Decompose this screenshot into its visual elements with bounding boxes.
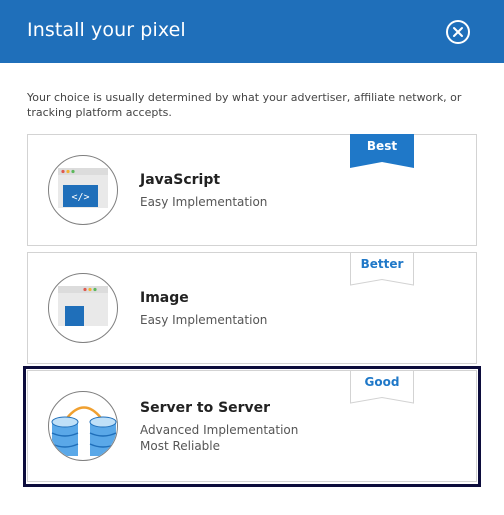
server-to-server-icon xyxy=(48,391,118,461)
badge-good: Good xyxy=(350,370,414,404)
badge-label: Best xyxy=(366,139,398,153)
badge-label: Good xyxy=(364,375,400,389)
badge-best: Best xyxy=(350,134,414,168)
close-button[interactable] xyxy=(446,20,470,44)
option-image[interactable]: Image Easy Implementation Better xyxy=(27,252,477,364)
intro-text: Your choice is usually determined by wha… xyxy=(27,91,462,119)
image-pixel-icon xyxy=(48,273,118,343)
svg-text:</>: </> xyxy=(71,192,89,203)
dialog-header: Install your pixel xyxy=(0,0,504,63)
option-server-to-server[interactable]: Server to Server Advanced Implementation… xyxy=(27,370,477,482)
option-title: Image xyxy=(140,290,189,306)
option-title: Server to Server xyxy=(140,400,271,416)
option-javascript[interactable]: </> JavaScript Easy Implementation Best xyxy=(27,134,477,246)
javascript-code-icon: </> xyxy=(48,155,118,225)
option-subtitle: Advanced Implementation xyxy=(140,423,299,437)
option-subtitle: Easy Implementation xyxy=(140,195,268,209)
close-icon xyxy=(453,27,463,37)
badge-label: Better xyxy=(360,257,404,271)
option-title: JavaScript xyxy=(140,172,221,188)
dialog-title: Install your pixel xyxy=(27,19,186,41)
option-subtitle-2: Most Reliable xyxy=(140,439,221,453)
option-subtitle: Easy Implementation xyxy=(140,313,268,327)
badge-better: Better xyxy=(350,252,414,286)
